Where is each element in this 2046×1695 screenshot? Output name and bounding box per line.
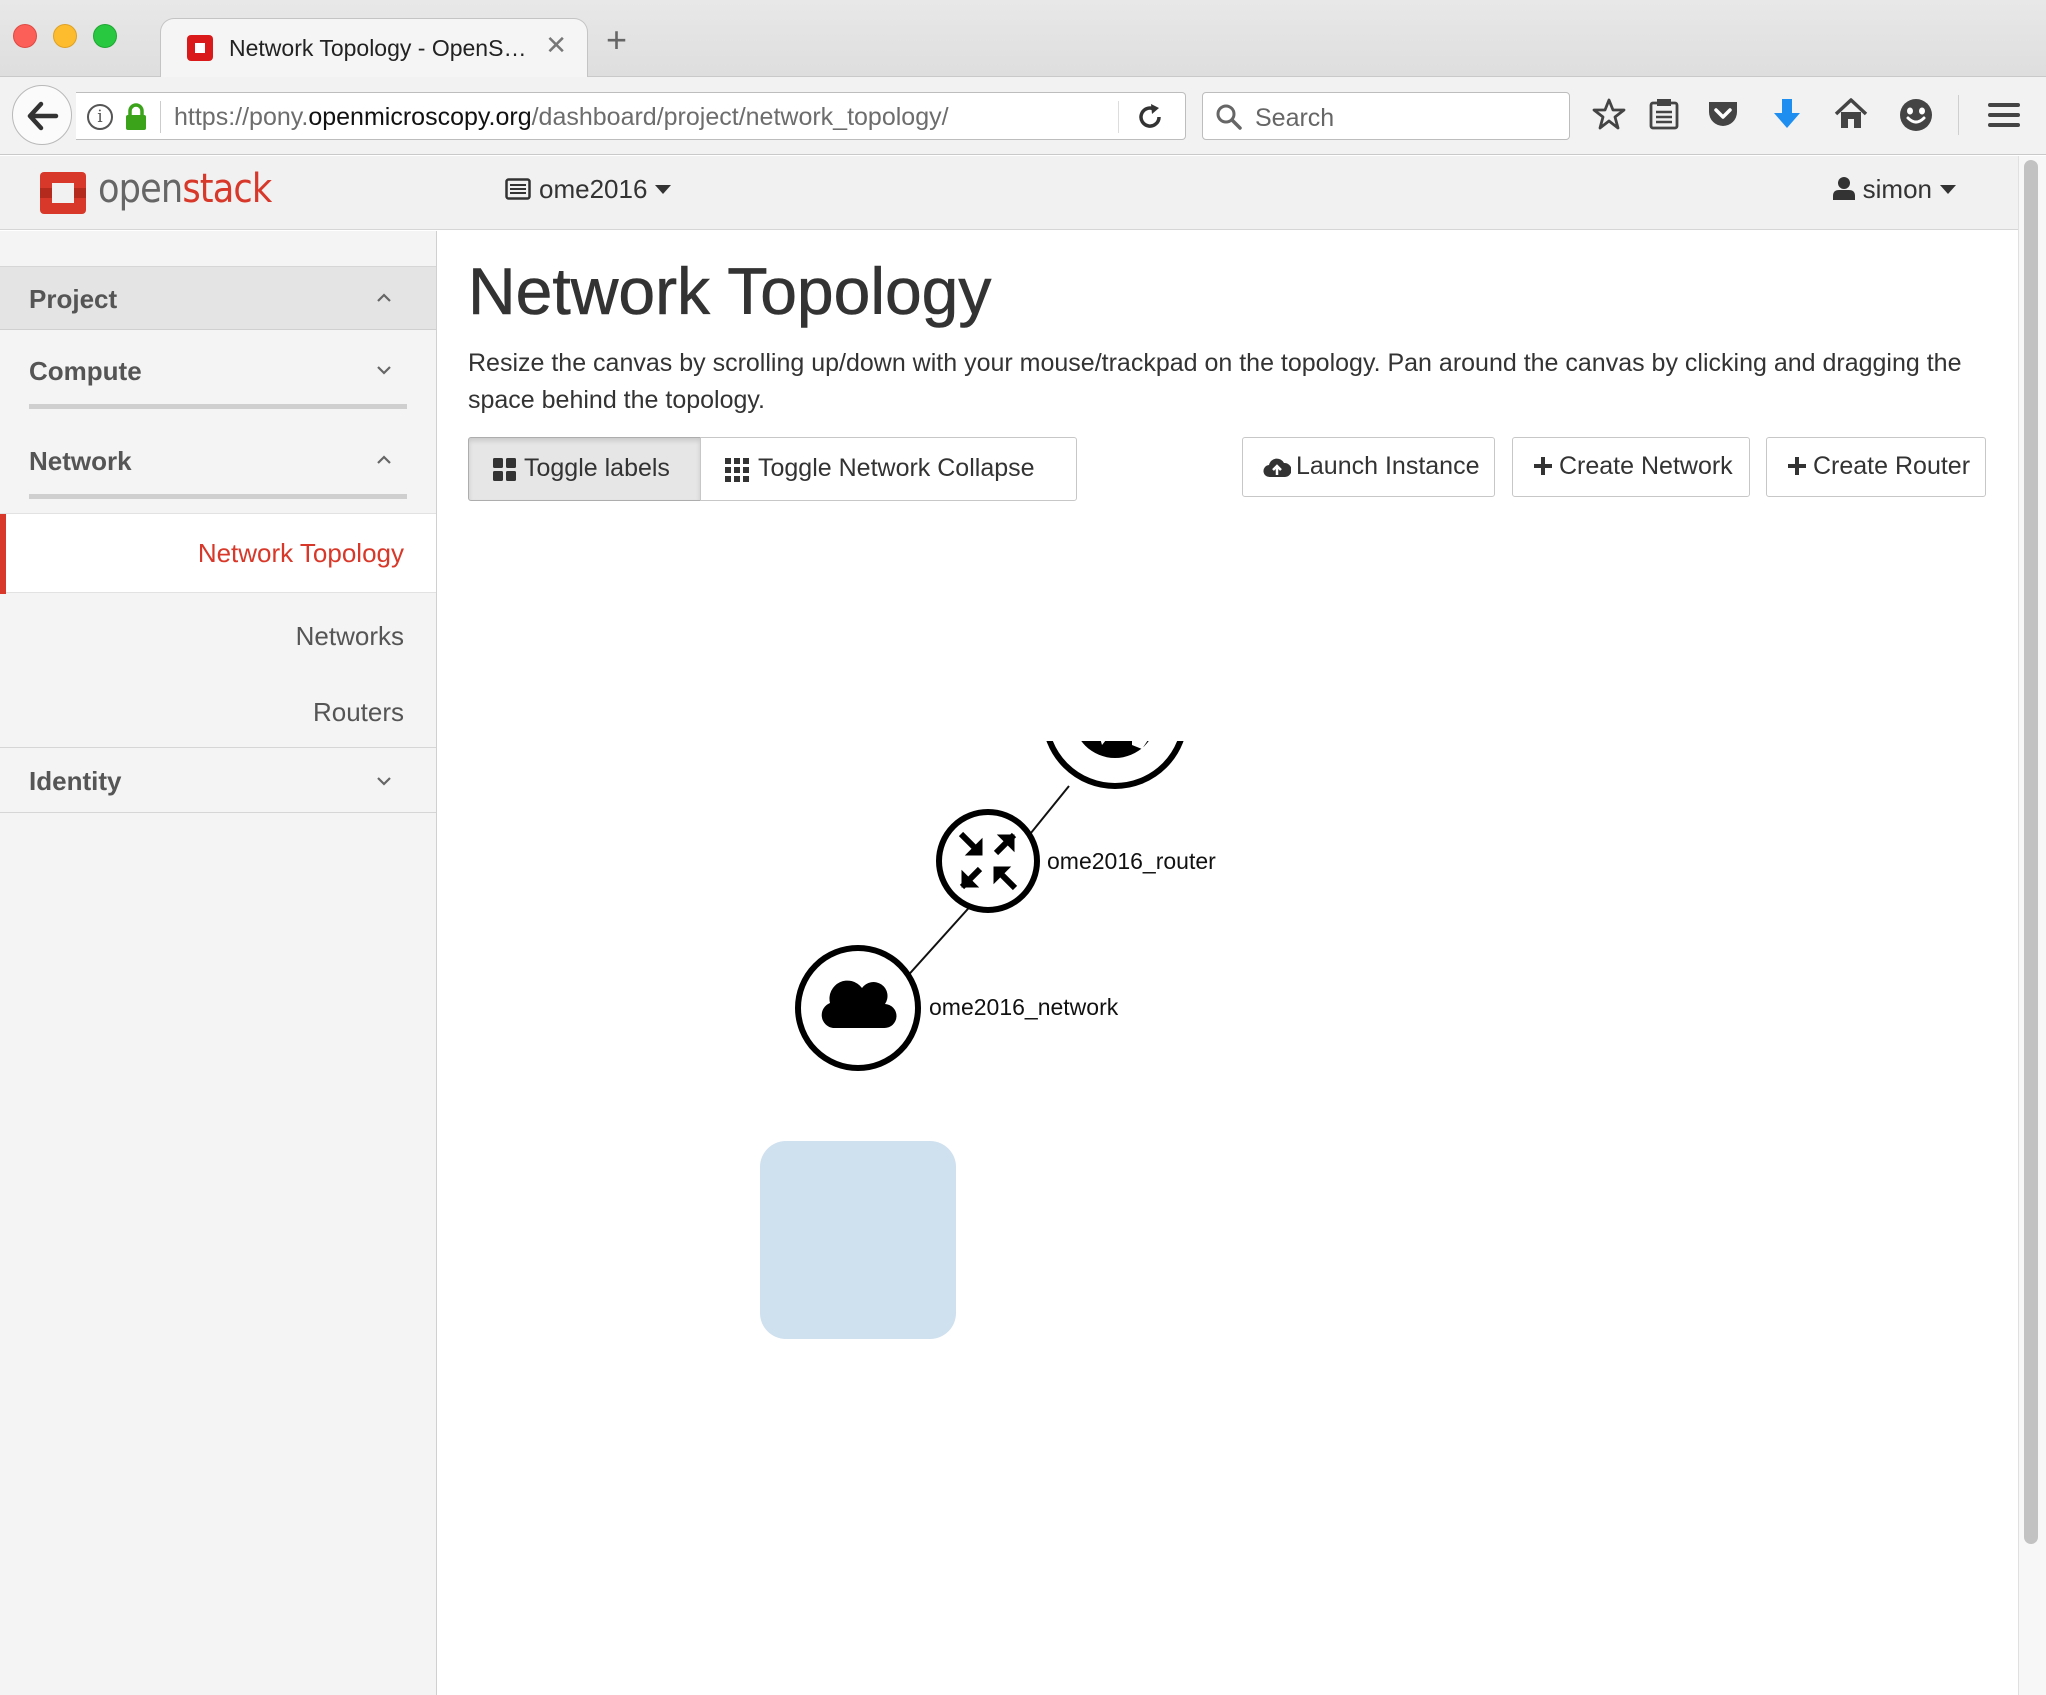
back-button[interactable]: [12, 85, 72, 145]
router-node[interactable]: ome2016_router: [936, 809, 1216, 913]
toggle-labels-label: Toggle labels: [524, 454, 670, 482]
browser-window: Network Topology - OpenS… ✕ + i https://…: [0, 0, 2046, 1695]
sidebar-item-network-topology[interactable]: Network Topology: [0, 513, 436, 594]
navigation-bar: i https://pony.openmicroscopy.org/dashbo…: [0, 77, 2046, 155]
toggle-collapse-label: Toggle Network Collapse: [758, 454, 1035, 482]
chevron-down-icon: [377, 366, 391, 375]
url-text[interactable]: https://pony.openmicroscopy.org/dashboar…: [174, 103, 949, 132]
chevron-down-icon: [377, 777, 391, 786]
sidebar-network-panel[interactable]: Network: [0, 421, 436, 499]
plus-icon: [1534, 457, 1552, 475]
logo-stack: stack: [182, 166, 272, 212]
toolbar-separator: [1958, 95, 1959, 135]
bookmark-star-icon[interactable]: [1592, 97, 1626, 131]
external-network-node[interactable]: external_network: [1045, 741, 1371, 789]
sidebar-identity-label: Identity: [29, 766, 122, 796]
sidebar-project-label: Project: [29, 284, 118, 314]
tab-strip: Network Topology - OpenS… ✕ +: [0, 0, 2046, 78]
sidebar-item-networks[interactable]: Networks: [0, 601, 436, 671]
chevron-down-icon: [1940, 185, 1956, 194]
reading-list-icon[interactable]: [1648, 97, 1680, 131]
chevron-up-icon: [377, 293, 391, 302]
page-title: Network Topology: [468, 254, 992, 329]
back-arrow-icon: [27, 101, 59, 131]
tab-title: Network Topology - OpenS…: [229, 35, 527, 61]
main-content: Network Topology Resize the canvas by sc…: [438, 231, 2018, 1695]
url-separator: [160, 101, 161, 133]
user-name: simon: [1862, 174, 1932, 204]
active-indicator: [0, 514, 6, 594]
launch-instance-button[interactable]: Launch Instance: [1242, 437, 1495, 497]
feedback-face-icon[interactable]: [1898, 97, 1934, 133]
sidebar-identity-panel[interactable]: Identity: [0, 747, 436, 813]
lock-icon: [126, 103, 146, 130]
search-bar[interactable]: Search: [1202, 92, 1570, 140]
sidebar-compute-panel[interactable]: Compute: [0, 331, 436, 409]
sidebar-network-label: Network: [29, 446, 132, 476]
url-prefix: https://pony.: [174, 103, 309, 131]
sidebar-item-label: Routers: [312, 697, 404, 727]
sidebar-project-panel[interactable]: Project: [0, 266, 436, 330]
url-path: /dashboard/project/network_topology/: [531, 103, 949, 131]
tab-close-icon[interactable]: ✕: [545, 30, 567, 61]
topology-canvas[interactable]: external_network ome2016_router: [438, 741, 2018, 1695]
launch-instance-label: Launch Instance: [1296, 452, 1480, 480]
cloud-upload-icon: [1263, 458, 1291, 478]
sidebar-compute-label: Compute: [29, 356, 142, 386]
page-scrollbar-thumb[interactable]: [2024, 160, 2038, 1544]
router-node-ring: [936, 809, 1040, 913]
search-placeholder: Search: [1255, 104, 1335, 132]
openstack-logo-icon[interactable]: [38, 170, 88, 216]
network-label: ome2016_network: [929, 994, 1119, 1020]
grid-small-icon: [725, 458, 749, 482]
router-label: ome2016_router: [1047, 848, 1216, 874]
download-arrow-icon[interactable]: [1772, 97, 1802, 131]
sidebar-item-label: Networks: [295, 621, 404, 651]
chevron-down-icon: [655, 185, 672, 194]
search-icon: [1216, 104, 1242, 130]
minimize-window-button[interactable]: [53, 24, 77, 48]
toggle-labels-button[interactable]: Toggle labels: [468, 437, 701, 501]
create-router-button[interactable]: Create Router: [1766, 437, 1986, 497]
zoom-window-button[interactable]: [93, 24, 117, 48]
toggle-network-collapse-button[interactable]: Toggle Network Collapse: [700, 437, 1077, 501]
user-menu[interactable]: simon: [1832, 174, 1956, 205]
logo-open: open: [98, 166, 183, 212]
openstack-favicon-icon: [187, 35, 213, 61]
private-network-node[interactable]: ome2016_network: [795, 945, 1119, 1071]
create-router-label: Create Router: [1813, 452, 1971, 480]
reload-icon[interactable]: [1136, 103, 1164, 131]
info-icon[interactable]: i: [87, 104, 113, 130]
browser-tab[interactable]: Network Topology - OpenS… ✕: [160, 18, 588, 78]
create-network-button[interactable]: Create Network: [1512, 437, 1750, 497]
menu-icon[interactable]: [1988, 101, 2020, 129]
project-list-icon: [505, 178, 531, 200]
grid-large-icon: [493, 458, 516, 481]
create-network-label: Create Network: [1559, 452, 1733, 480]
sidebar-item-label: Network Topology: [197, 538, 404, 568]
sidebar-divider: [29, 494, 407, 499]
pocket-icon[interactable]: [1706, 97, 1740, 131]
page-description: Resize the canvas by scrolling up/down w…: [468, 349, 1962, 414]
sidebar-divider: [29, 404, 407, 409]
openstack-logo-text[interactable]: openstack: [98, 166, 272, 212]
user-icon: [1832, 177, 1855, 200]
plus-icon: [1788, 457, 1806, 475]
chevron-up-icon: [377, 455, 391, 464]
home-icon[interactable]: [1834, 97, 1868, 131]
project-name: ome2016: [539, 174, 648, 204]
sidebar-item-routers[interactable]: Routers: [0, 677, 436, 747]
url-domain: openmicroscopy.org: [308, 103, 532, 131]
network-highlight-box: [760, 1141, 956, 1339]
close-window-button[interactable]: [13, 24, 37, 48]
url-bar[interactable]: i https://pony.openmicroscopy.org/dashbo…: [76, 92, 1186, 140]
sidebar: Project Compute Network Network Topology…: [0, 231, 437, 1695]
openstack-header: openstack ome2016 simon: [0, 156, 2046, 230]
reload-separator: [1118, 101, 1119, 133]
new-tab-button[interactable]: +: [606, 22, 627, 58]
project-selector[interactable]: ome2016: [505, 174, 672, 205]
